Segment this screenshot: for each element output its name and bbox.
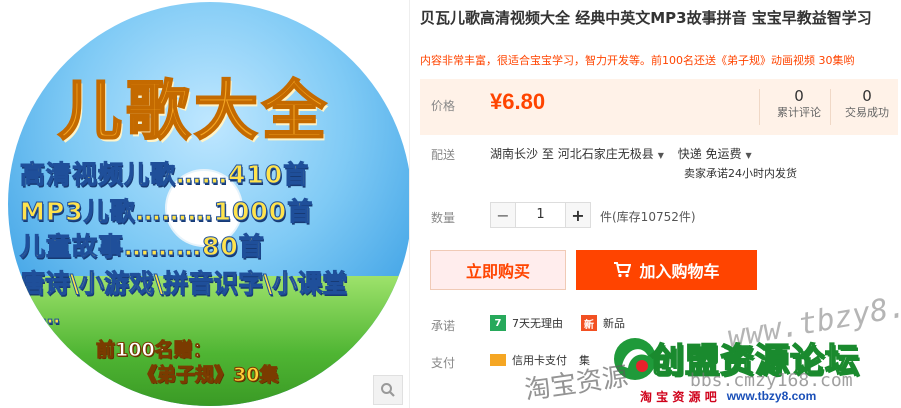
- seven-day-icon: 7: [490, 315, 506, 331]
- buy-now-button[interactable]: 立即购买: [430, 250, 566, 290]
- price-label: 价格: [431, 99, 456, 113]
- ship-to-word: 至: [541, 147, 554, 161]
- ship-method: 快递 免运费: [677, 147, 742, 161]
- price-box: 价格 ¥6.80 0 累计评论 0 交易成功: [420, 79, 898, 135]
- new-badge-icon: 新: [581, 315, 597, 331]
- magnifier-icon: [381, 383, 395, 397]
- disc-extra-dots: ……: [20, 304, 61, 329]
- watermark-footer-site: www.tbzy8.com: [726, 389, 817, 403]
- ship-note: 卖家承诺24小时内发货: [684, 167, 797, 180]
- caret-down-icon: ▼: [657, 151, 664, 160]
- quantity-plus-button[interactable]: +: [565, 202, 591, 228]
- watermark-footer: 淘 宝 资 源 吧 www.tbzy8.com: [640, 386, 901, 406]
- caret-down-icon: ▼: [745, 151, 752, 160]
- disc-line-label: MP3儿歌: [20, 197, 136, 227]
- shipping-label: 配送: [431, 148, 456, 162]
- watermark-footer-cn: 淘 宝 资 源 吧: [640, 389, 717, 404]
- promise-item-1[interactable]: 7天无理由: [512, 315, 563, 331]
- disc-line-dots: ………: [135, 197, 214, 227]
- disc-line-3: 儿童故事………80首: [19, 227, 265, 263]
- reviews-label: 累计评论: [777, 106, 821, 119]
- shipping-info: 湖南长沙 至 河北石家庄无极县 ▼ 快递 免运费 ▼: [490, 145, 756, 162]
- quantity-input[interactable]: 1: [516, 202, 565, 228]
- price-value: ¥6.80: [490, 89, 546, 114]
- disc-bonus-line-2: 《弟子规》30集: [137, 364, 279, 387]
- reviews-count: 0: [794, 87, 804, 105]
- ship-to: 河北石家庄无极县: [557, 147, 654, 161]
- disc-line-dots: ………: [124, 232, 203, 262]
- disc-line-2: MP3儿歌………1000首: [20, 192, 313, 228]
- quantity-label: 数量: [431, 211, 456, 225]
- disc-line-label: 儿童故事: [19, 232, 125, 262]
- disc-line-1: 高清视频儿歌……410首: [19, 155, 310, 191]
- credit-card-icon: [490, 354, 506, 366]
- cart-icon: [614, 262, 632, 278]
- zoom-button[interactable]: [373, 375, 403, 405]
- payment-label: 支付: [431, 356, 456, 370]
- ship-from: 湖南长沙: [490, 147, 539, 161]
- promise-item-2[interactable]: 新品: [603, 315, 625, 331]
- product-image[interactable]: 儿歌大全 高清视频儿歌……410首 MP3儿歌………1000首 儿童故事………8…: [0, 0, 410, 408]
- sales-label: 交易成功: [845, 106, 889, 119]
- product-page: 儿歌大全 高清视频儿歌……410首 MP3儿歌………1000首 儿童故事………8…: [0, 0, 901, 408]
- promise-label: 承诺: [431, 319, 456, 333]
- divider: [759, 89, 760, 125]
- disc-artwork: 儿歌大全 高清视频儿歌……410首 MP3儿歌………1000首 儿童故事………8…: [8, 2, 409, 406]
- promise-list: 7 7天无理由 新 新品: [490, 315, 625, 331]
- product-subtitle: 内容非常丰富，很适合宝宝学习，智力开发等。前100名还送《弟子规》动画视频 30…: [420, 54, 855, 67]
- quantity-stepper: − 1 +: [490, 202, 591, 228]
- add-to-cart-label: 加入购物车: [639, 262, 720, 281]
- ship-to-select[interactable]: 河北石家庄无极县 ▼: [558, 147, 668, 161]
- product-title: 贝瓦儿歌高清视频大全 经典中英文MP3故事拼音 宝宝早教益智学习: [420, 9, 872, 27]
- add-to-cart-button[interactable]: 加入购物车: [576, 250, 757, 290]
- disc-line-dots: ……: [176, 160, 229, 190]
- disc-extra-text: 唐诗\小游戏\拼音识字\小课堂: [19, 269, 348, 299]
- disc-line-value: 1000首: [213, 197, 314, 227]
- sales-count: 0: [862, 87, 872, 105]
- ship-method-select[interactable]: 快递 免运费 ▼: [678, 147, 756, 161]
- quantity-minus-button[interactable]: −: [490, 202, 516, 228]
- disc-title: 儿歌大全: [57, 74, 330, 150]
- disc-line-label: 高清视频儿歌: [19, 160, 177, 190]
- disc-line-value: 410首: [228, 160, 310, 190]
- sales-stat: 0 交易成功: [832, 87, 901, 121]
- disc-bonus-line-1: 前100名赠：: [96, 339, 213, 362]
- reviews-stat[interactable]: 0 累计评论: [764, 87, 834, 121]
- stock-info: 件(库存10752件): [600, 210, 696, 224]
- disc-line-value: 80首: [202, 232, 265, 262]
- disc-extra-line: 唐诗\小游戏\拼音识字\小课堂 ……: [19, 264, 348, 329]
- divider: [830, 89, 831, 125]
